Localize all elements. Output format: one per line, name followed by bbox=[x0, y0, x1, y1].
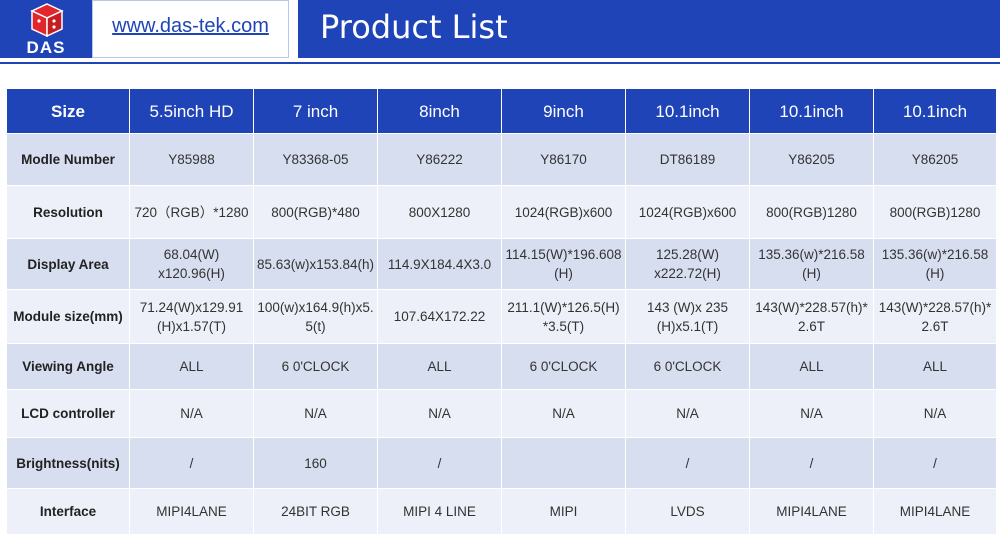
size-header-label: Size bbox=[6, 88, 130, 134]
table-cell: ALL bbox=[377, 343, 502, 390]
table-cell: Y83368-05 bbox=[253, 133, 378, 186]
logo-text: DAS bbox=[26, 38, 66, 57]
table-cell: Y85988 bbox=[129, 133, 254, 186]
table-cell: 85.63(w)x153.84(h) bbox=[253, 238, 378, 290]
table-cell: MIPI4LANE bbox=[129, 488, 254, 535]
table-cell: 720（RGB）*1280 bbox=[129, 185, 254, 239]
table-cell bbox=[501, 437, 626, 489]
table-cell: 143(W)*228.57(h)* 2.6T bbox=[749, 289, 874, 344]
row-label: Module size(mm) bbox=[6, 289, 130, 344]
table-row: Viewing Angle ALL 6 0'CLOCK ALL 6 0'CLOCK 6 0… bbox=[6, 343, 997, 390]
table-cell: N/A bbox=[749, 389, 874, 438]
table-row: Resolution 720（RGB）*1280 800(RGB)*480 800X1… bbox=[6, 185, 997, 239]
table-row: Display Area 68.04(W) x120.96(H) 85.63(w)x… bbox=[6, 238, 997, 290]
header-bar: DAS www.das-tek.com Product List bbox=[0, 0, 1000, 58]
table-cell: MIPI bbox=[501, 488, 626, 535]
table-cell: 114.15(W)*196.608 (H) bbox=[501, 238, 626, 290]
table-cell: 6 0'CLOCK bbox=[253, 343, 378, 390]
table-cell: 135.36(w)*216.58 (H) bbox=[749, 238, 874, 290]
title-banner: Product List bbox=[298, 0, 1000, 58]
row-label: Modle Number bbox=[6, 133, 130, 186]
table-cell: 114.9X184.4X3.0 bbox=[377, 238, 502, 290]
size-cell: 10.1inch bbox=[625, 88, 750, 134]
table-row: Module size(mm) 71.24(W)x129.91 (H)x1.57(… bbox=[6, 289, 997, 344]
table-cell: 125.28(W) x222.72(H) bbox=[625, 238, 750, 290]
table-cell: 24BIT RGB bbox=[253, 488, 378, 535]
table-cell: / bbox=[377, 437, 502, 489]
table-cell: Y86205 bbox=[749, 133, 874, 186]
table-cell: 143(W)*228.57(h)* 2.6T bbox=[873, 289, 997, 344]
page-title: Product List bbox=[320, 8, 508, 46]
table-cell: 211.1(W)*126.5(H) *3.5(T) bbox=[501, 289, 626, 344]
table-cell: 160 bbox=[253, 437, 378, 489]
table-cell: 143 (W)x 235 (H)x5.1(T) bbox=[625, 289, 750, 344]
table-cell: 800(RGB)1280 bbox=[749, 185, 874, 239]
website-link[interactable]: www.das-tek.com bbox=[93, 15, 288, 38]
table-cell: 1024(RGB)x600 bbox=[501, 185, 626, 239]
table-cell: N/A bbox=[873, 389, 997, 438]
table-cell: 107.64X172.22 bbox=[377, 289, 502, 344]
table-cell: MIPI 4 LINE bbox=[377, 488, 502, 535]
table-cell: 1024(RGB)x600 bbox=[625, 185, 750, 239]
table-cell: DT86189 bbox=[625, 133, 750, 186]
table-cell: Y86205 bbox=[873, 133, 997, 186]
table-cell: Y86170 bbox=[501, 133, 626, 186]
table-row: Interface MIPI4LANE 24BIT RGB MIPI 4 LINE MI… bbox=[6, 488, 997, 535]
table-cell: 100(w)x164.9(h)x5. 5(t) bbox=[253, 289, 378, 344]
row-label: LCD controller bbox=[6, 389, 130, 438]
table-cell: Y86222 bbox=[377, 133, 502, 186]
table-cell: / bbox=[873, 437, 997, 489]
size-cell: 7 inch bbox=[253, 88, 378, 134]
table-row: Brightness(nits)/160// / / bbox=[6, 437, 997, 489]
size-cell: 10.1inch bbox=[749, 88, 874, 134]
table-cell: / bbox=[129, 437, 254, 489]
table-cell: N/A bbox=[129, 389, 254, 438]
table-row: Modle Number Y85988 Y83368-05 Y86222 Y86170 D… bbox=[6, 133, 997, 186]
table-cell: MIPI4LANE bbox=[873, 488, 997, 535]
table-cell: 6 0'CLOCK bbox=[625, 343, 750, 390]
size-header-row: Size 5.5inch HD 7 inch 8inch 9inch 10.1i… bbox=[6, 88, 997, 134]
table-cell: / bbox=[625, 437, 750, 489]
cube-logo-icon bbox=[30, 3, 64, 38]
row-label: Display Area bbox=[6, 238, 130, 290]
table-cell: N/A bbox=[501, 389, 626, 438]
table-cell: 71.24(W)x129.91 (H)x1.57(T) bbox=[129, 289, 254, 344]
size-cell: 9inch bbox=[501, 88, 626, 134]
table-cell: LVDS bbox=[625, 488, 750, 535]
table-row: LCD controller N/A N/A N/A N/A N/A N/A N/A bbox=[6, 389, 997, 438]
row-label: Viewing Angle bbox=[6, 343, 130, 390]
table-cell: N/A bbox=[625, 389, 750, 438]
table-cell: N/A bbox=[253, 389, 378, 438]
logo[interactable]: DAS bbox=[0, 0, 92, 58]
table-cell: ALL bbox=[873, 343, 997, 390]
table-cell: 800X1280 bbox=[377, 185, 502, 239]
table-cell: ALL bbox=[129, 343, 254, 390]
table-cell: 6 0'CLOCK bbox=[501, 343, 626, 390]
table-cell: MIPI4LANE bbox=[749, 488, 874, 535]
table-cell: 135.36(w)*216.58 (H) bbox=[873, 238, 997, 290]
table-cell: N/A bbox=[377, 389, 502, 438]
row-label: Interface bbox=[6, 488, 130, 535]
row-label: Brightness(nits) bbox=[6, 437, 130, 489]
table-cell: 800(RGB)1280 bbox=[873, 185, 997, 239]
size-cell: 10.1inch bbox=[873, 88, 997, 134]
row-label: Resolution bbox=[6, 185, 130, 239]
table-cell: ALL bbox=[749, 343, 874, 390]
header-divider bbox=[0, 62, 1000, 64]
product-table: Size 5.5inch HD 7 inch 8inch 9inch 10.1i… bbox=[6, 88, 997, 535]
table-cell: / bbox=[749, 437, 874, 489]
size-cell: 5.5inch HD bbox=[129, 88, 254, 134]
table-cell: 68.04(W) x120.96(H) bbox=[129, 238, 254, 290]
website-link-box[interactable]: www.das-tek.com bbox=[92, 0, 289, 58]
table-cell: 800(RGB)*480 bbox=[253, 185, 378, 239]
size-cell: 8inch bbox=[377, 88, 502, 134]
